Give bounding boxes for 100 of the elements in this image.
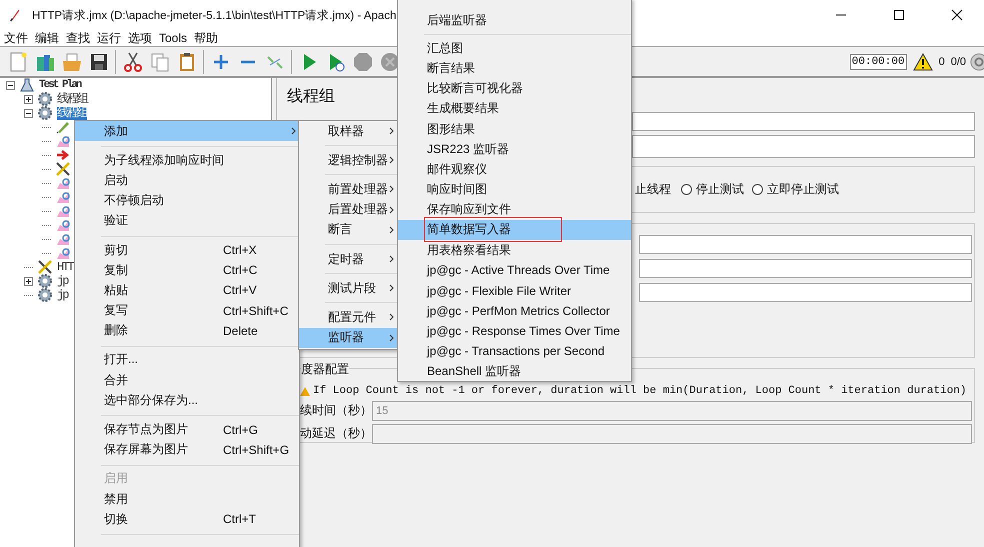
menu-item[interactable]: 选项 (128, 30, 152, 46)
menu-item[interactable]: 打开... (75, 350, 299, 370)
menu-item[interactable]: 断言结果 (398, 58, 631, 79)
menu-item[interactable]: jp@gc - Transactions per Second (398, 341, 631, 362)
menu-item[interactable]: 添加 (75, 121, 299, 142)
menu-item[interactable]: 剪切 Ctrl+X (75, 240, 299, 260)
input-field[interactable] (639, 259, 972, 278)
menu-item[interactable]: 选中部分保存为... (75, 390, 299, 410)
menu-item[interactable]: 启动 (75, 170, 299, 191)
tree-node-label[interactable]: HTT (57, 260, 73, 274)
menu-item[interactable]: 保存节点为图片 Ctrl+G (75, 419, 299, 440)
expand-toggle-icon[interactable] (24, 276, 33, 286)
expand-toggle-icon[interactable] (6, 80, 15, 90)
tree-node-label[interactable]: jp (57, 288, 68, 302)
panel-title: 线程组 (286, 87, 335, 107)
menu-item[interactable]: 邮件观察仪 (398, 159, 631, 180)
comment-field[interactable] (632, 135, 975, 158)
expand-toggle-icon[interactable] (24, 94, 33, 104)
menu-item[interactable]: 复写 Ctrl+Shift+C (75, 300, 299, 321)
gear-icon (38, 274, 52, 288)
menu-item[interactable]: 保存屏幕为图片 Ctrl+Shift+G (75, 440, 299, 460)
menu-item[interactable]: 前置处理器 (299, 179, 397, 200)
menu-item[interactable]: 简单数据写入器 (398, 220, 631, 240)
radio-option[interactable]: 停止测试 (681, 181, 744, 198)
field-label: 续时间（秒） (300, 402, 372, 419)
menu-item[interactable]: 保存响应到文件 (398, 200, 631, 220)
menu-item[interactable]: 汇总图 (398, 38, 631, 58)
chart-icon (56, 246, 70, 260)
feather-icon (8, 8, 22, 22)
menu-item[interactable]: 图形结果 (398, 118, 631, 140)
pencil-icon (56, 120, 70, 134)
tree-node-label[interactable]: 线程组 (57, 106, 87, 120)
menu-item[interactable]: 用表格察看结果 (398, 240, 631, 260)
name-field[interactable] (632, 112, 975, 131)
menu-item[interactable]: 监听器 (299, 328, 397, 348)
window-title: HTTP请求.jmx (D:\apache-jmeter-5.1.1\bin\test\HTTP请求.jmx) - Apach (32, 8, 396, 22)
gear-icon (38, 288, 52, 302)
menu-item[interactable]: 定时器 (299, 248, 397, 270)
menu-item[interactable]: 比较断言可视化器 (398, 78, 631, 99)
menu-item[interactable]: jp@gc - PerfMon Metrics Collector (398, 300, 631, 321)
menu-item[interactable]: BeanShell 监听器 (398, 361, 631, 382)
menu-item[interactable]: 测试片段 (299, 278, 397, 298)
menu-item[interactable]: 配置元件 (299, 307, 397, 328)
menu-item[interactable]: 断言 (299, 220, 397, 240)
menu-item[interactable]: 运行 (97, 30, 121, 46)
tree-node-label[interactable]: Test Plan (39, 78, 80, 92)
copy-icon[interactable] (148, 50, 170, 72)
menu-item[interactable]: 生成概要结果 (398, 98, 631, 119)
chart-icon (56, 134, 70, 148)
menu-item[interactable]: 后置处理器 (299, 200, 397, 220)
menu-item[interactable]: jp@gc - Active Threads Over Time (398, 260, 631, 280)
menu-item[interactable]: 取样器 (299, 121, 397, 142)
arrow-icon (56, 148, 70, 162)
maximize-icon[interactable] (893, 9, 905, 21)
input-field[interactable] (639, 283, 972, 302)
warning-icon (300, 386, 310, 396)
scissors-icon[interactable] (122, 50, 144, 72)
scheduler-warning: If Loop Count is not -1 or forever, duration will be min(Duration, Loop Count * iteration duration) (313, 385, 967, 397)
menu-item[interactable]: Tools (159, 31, 188, 45)
tools-icon (56, 162, 70, 176)
input-field[interactable] (639, 235, 972, 254)
flask-icon (20, 78, 34, 92)
menu-item[interactable]: 为子线程添加响应时间 (75, 150, 299, 170)
close-icon[interactable] (951, 9, 963, 21)
chart-icon (56, 232, 70, 246)
menu-item[interactable]: 不停顿启动 (75, 190, 299, 211)
error-count: 0 (938, 56, 945, 68)
menu-item[interactable]: 编辑 (35, 30, 59, 46)
radio-option[interactable]: 立即停止测试 (752, 181, 839, 198)
menu-item[interactable]: 删除 Delete (75, 320, 299, 341)
open-folder-icon[interactable] (60, 50, 82, 72)
expand-toggle-icon[interactable] (24, 108, 33, 118)
chart-icon (56, 204, 70, 218)
menu-item[interactable]: 切换 Ctrl+T (75, 509, 299, 530)
tree-node-label[interactable]: 线程组 (57, 92, 87, 106)
stop-icon[interactable] (352, 50, 374, 72)
menu-item[interactable]: 响应时间图 (398, 180, 631, 200)
scheduler-legend: 度器配置 (301, 361, 349, 378)
warning-icon[interactable] (912, 52, 933, 70)
menu-item[interactable]: 复制 Ctrl+C (75, 260, 299, 280)
chart-icon (56, 176, 70, 190)
menu-item[interactable]: 验证 (75, 210, 299, 231)
menu-item[interactable]: 禁用 (75, 489, 299, 510)
menu-item[interactable]: 逻辑控制器 (299, 150, 397, 170)
radio-label: 止线程 (635, 181, 671, 198)
menu-item[interactable]: JSR223 监听器 (398, 139, 631, 160)
menu-item[interactable]: 合并 (75, 370, 299, 390)
menu-item[interactable]: jp@gc - Response Times Over Time (398, 320, 631, 341)
menu-item[interactable]: jp@gc - Flexible File Writer (398, 280, 631, 301)
thread-count: 0/0 (950, 56, 966, 68)
tree-node-label[interactable]: jp (57, 274, 68, 288)
menu-item[interactable]: 后端监听器 (398, 10, 631, 30)
elapsed-timer: 00:00:00 (850, 54, 907, 70)
menu-item[interactable]: 粘贴 Ctrl+V (75, 280, 299, 300)
status-icon (970, 52, 984, 70)
chart-icon (56, 190, 70, 204)
menu-item[interactable]: 文件 (4, 30, 28, 46)
gear-icon (38, 106, 52, 120)
menu-item[interactable]: 帮助 (194, 30, 218, 46)
menu-item[interactable]: 查找 (66, 30, 90, 46)
